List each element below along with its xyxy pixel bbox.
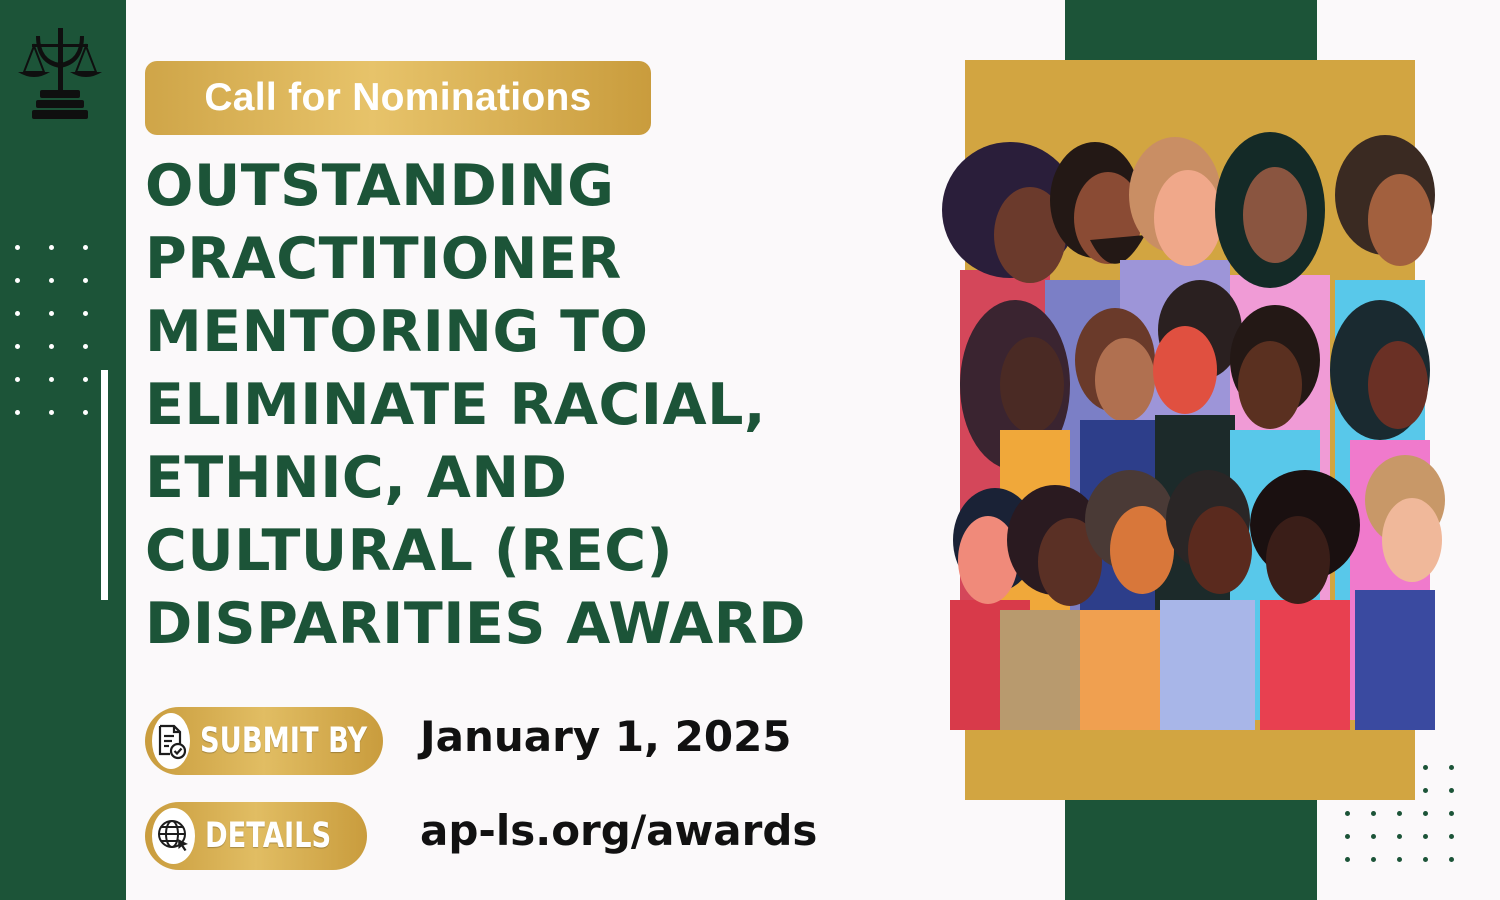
call-for-nominations-banner: Call for Nominations — [145, 61, 651, 135]
title-line: CULTURAL (REC) — [145, 518, 674, 584]
award-title: OUTSTANDING PRACTITIONER MENTORING TO EL… — [145, 150, 945, 661]
title-line: OUTSTANDING — [145, 153, 615, 219]
pattern-dot — [1449, 765, 1454, 770]
document-check-icon — [152, 713, 190, 769]
pattern-dot — [1423, 834, 1428, 839]
pattern-dot — [1397, 811, 1402, 816]
details-label: DETAILS — [205, 816, 332, 856]
details-url[interactable]: ap-ls.org/awards — [420, 806, 817, 855]
pattern-dot — [15, 410, 20, 415]
pattern-dot — [15, 377, 20, 382]
title-line: DISPARITIES AWARD — [145, 591, 806, 657]
submit-by-badge: SUBMIT BY — [145, 707, 383, 775]
pattern-dot — [49, 245, 54, 250]
pattern-dot — [1371, 811, 1376, 816]
submit-deadline: January 1, 2025 — [420, 712, 792, 761]
pattern-dot — [1449, 834, 1454, 839]
pattern-dot — [1397, 857, 1402, 862]
pattern-dot — [1345, 857, 1350, 862]
pattern-dot — [1449, 811, 1454, 816]
pattern-dot — [15, 311, 20, 316]
pattern-dot — [49, 278, 54, 283]
submit-by-label: SUBMIT BY — [200, 721, 368, 761]
title-line: PRACTITIONER — [145, 226, 622, 292]
pattern-dot — [1449, 857, 1454, 862]
title-line: MENTORING TO — [145, 299, 649, 365]
pattern-dot — [1449, 788, 1454, 793]
pattern-dot — [1423, 788, 1428, 793]
pattern-dot — [1423, 765, 1428, 770]
pattern-dot — [1371, 857, 1376, 862]
title-line: ELIMINATE RACIAL, — [145, 372, 767, 438]
details-badge: DETAILS — [145, 802, 367, 870]
globe-cursor-icon — [152, 808, 196, 864]
pattern-dot — [1423, 811, 1428, 816]
diverse-crowd-illustration-icon — [942, 132, 1445, 730]
left-dot-pattern — [15, 245, 95, 420]
pattern-dot — [15, 344, 20, 349]
pattern-dot — [83, 410, 88, 415]
pattern-dot — [15, 278, 20, 283]
pattern-dot — [49, 344, 54, 349]
pattern-dot — [83, 245, 88, 250]
pattern-dot — [83, 377, 88, 382]
pattern-dot — [15, 245, 20, 250]
title-line: ETHNIC, AND — [145, 445, 568, 511]
pattern-dot — [1345, 811, 1350, 816]
psi-scales-logo-icon — [18, 28, 102, 119]
pattern-dot — [1397, 834, 1402, 839]
left-vertical-line — [101, 370, 108, 600]
banner-label: Call for Nominations — [204, 76, 592, 119]
pattern-dot — [1371, 834, 1376, 839]
pattern-dot — [83, 278, 88, 283]
pattern-dot — [1345, 834, 1350, 839]
pattern-dot — [49, 377, 54, 382]
pattern-dot — [83, 344, 88, 349]
pattern-dot — [1423, 857, 1428, 862]
pattern-dot — [49, 410, 54, 415]
pattern-dot — [49, 311, 54, 316]
pattern-dot — [83, 311, 88, 316]
